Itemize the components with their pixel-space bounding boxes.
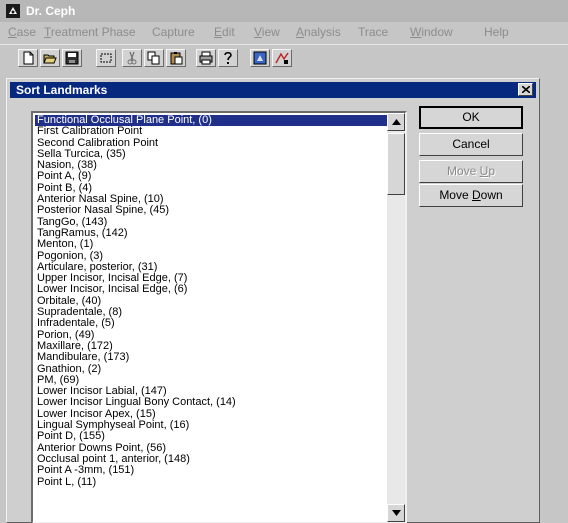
trace-tool-icon[interactable]: [272, 49, 292, 67]
move-down-button[interactable]: Move Down: [419, 184, 523, 207]
scroll-down-button[interactable]: [387, 504, 405, 522]
landmark-item[interactable]: Point L, (11): [35, 476, 387, 488]
menu-capture[interactable]: Capture: [152, 26, 195, 39]
app-icon[interactable]: [6, 4, 20, 18]
cancel-button[interactable]: Cancel: [419, 133, 523, 156]
new-file-icon[interactable]: [18, 49, 38, 67]
print-icon[interactable]: [196, 49, 216, 67]
scroll-up-button[interactable]: [387, 113, 405, 131]
menu-trace[interactable]: Trace: [358, 26, 388, 39]
copy-icon[interactable]: [144, 49, 164, 67]
menu-help[interactable]: Help: [484, 26, 509, 39]
paste-clipboard-icon[interactable]: [166, 49, 186, 67]
close-x-icon: [522, 86, 530, 93]
landmark-item[interactable]: Gnathion, (2): [35, 363, 387, 375]
menu-bar: Case Treatment Phase Capture Edit View Analys…: [0, 22, 568, 42]
ok-button[interactable]: OK: [419, 106, 523, 129]
dialog-title-bar[interactable]: Sort Landmarks: [10, 82, 536, 98]
landmark-list: Functional Occlusal Plane Point, (0) Firs…: [35, 114, 387, 488]
move-up-label-rest: p: [488, 164, 496, 178]
cut-scissors-icon[interactable]: [122, 49, 142, 67]
menu-case[interactable]: Case: [8, 26, 36, 39]
move-down-accel: D: [472, 188, 481, 202]
image-capture-icon[interactable]: [250, 49, 270, 67]
landmark-item[interactable]: Posterior Nasal Spine, (45): [35, 205, 387, 217]
landmark-listbox[interactable]: Functional Occlusal Plane Point, (0) Firs…: [31, 111, 407, 523]
landmark-item[interactable]: Point D, (155): [35, 431, 387, 443]
open-folder-icon[interactable]: [40, 49, 60, 67]
move-down-label: Move: [439, 188, 472, 202]
scroll-thumb[interactable]: [387, 133, 405, 195]
landmark-item[interactable]: Point A -3mm, (151): [35, 464, 387, 476]
app-window: Dr. Ceph Case Treatment Phase Capture Edit V…: [0, 0, 568, 523]
landmark-item[interactable]: First Calibration Point: [35, 125, 387, 137]
menu-analysis[interactable]: Analysis: [296, 26, 341, 39]
select-rectangle-icon[interactable]: [96, 49, 116, 67]
move-up-label: Move: [446, 164, 480, 178]
move-down-label-rest: own: [480, 188, 503, 202]
save-disk-icon[interactable]: [62, 49, 82, 67]
toolbar: [0, 44, 568, 71]
menu-treatment-phase[interactable]: Treatment Phase: [44, 26, 136, 39]
move-up-button[interactable]: Move Up: [419, 160, 523, 183]
menu-edit[interactable]: Edit: [214, 26, 235, 39]
vertical-scrollbar[interactable]: [387, 113, 405, 522]
menu-view[interactable]: View: [254, 26, 280, 39]
help-question-icon[interactable]: [218, 49, 238, 67]
sort-landmarks-dialog: Sort Landmarks Functional Occlusal Plane…: [6, 78, 540, 523]
close-button[interactable]: [518, 83, 533, 96]
dialog-title: Sort Landmarks: [16, 83, 108, 97]
arrow-up-icon: [392, 119, 401, 125]
landmark-item[interactable]: Mandibulare, (173): [35, 351, 387, 363]
landmark-item[interactable]: Infradentale, (5): [35, 318, 387, 330]
app-title: Dr. Ceph: [26, 4, 76, 18]
landmark-item[interactable]: Menton, (1): [35, 238, 387, 250]
main-title-bar[interactable]: Dr. Ceph: [0, 0, 568, 22]
arrow-down-icon: [392, 510, 401, 516]
menu-window[interactable]: Window: [410, 26, 453, 39]
